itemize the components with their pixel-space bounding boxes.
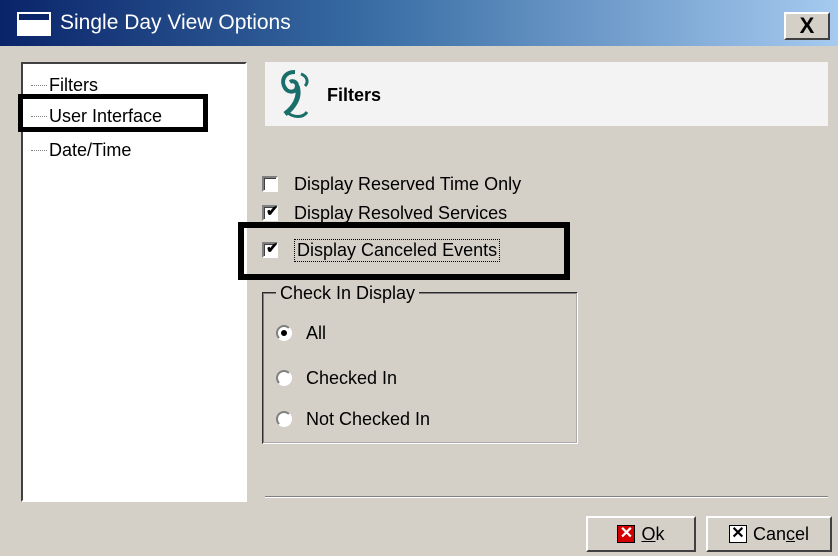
title-bar[interactable]: Single Day View Options X [0, 0, 838, 46]
tree-item-label: Filters [49, 75, 98, 95]
x-icon: ✕ [728, 525, 747, 543]
radio-all[interactable]: All [276, 321, 326, 345]
radio-label: All [306, 322, 327, 343]
radio-label: Checked In [306, 367, 398, 388]
radio-button[interactable] [276, 370, 292, 386]
radio-button[interactable] [276, 411, 292, 427]
close-button[interactable]: X [784, 12, 830, 40]
checkbox-label: Display Reserved Time Only [294, 173, 522, 194]
radio-label: Not Checked In [306, 408, 431, 429]
tree-connector [31, 84, 47, 86]
x-icon: ✕ [617, 525, 636, 543]
checkmark-icon: ✔ [266, 204, 279, 220]
tree-item-filters[interactable]: Filters [31, 74, 98, 96]
annotation-highlight-box [18, 94, 208, 132]
options-dialog: Single Day View Options X Filters User I… [0, 0, 838, 556]
section-header: Filters [265, 62, 828, 126]
checkbox-box[interactable] [262, 176, 278, 192]
window-title: Single Day View Options [60, 11, 291, 34]
app-logo-icon [281, 70, 309, 118]
separator [265, 496, 828, 498]
checkbox-display-resolved-services[interactable]: ✔ Display Resolved Services [262, 204, 507, 222]
section-title: Filters [327, 85, 382, 105]
tree-item-date-time[interactable]: Date/Time [31, 139, 131, 161]
radio-button[interactable] [276, 325, 292, 341]
cancel-button-label: Cancel [752, 523, 810, 544]
radio-checked-in[interactable]: Checked In [276, 366, 397, 390]
checkbox-display-reserved-time-only[interactable]: Display Reserved Time Only [262, 172, 521, 196]
radio-not-checked-in[interactable]: Not Checked In [276, 407, 430, 431]
tree-item-label: Date/Time [49, 140, 132, 160]
ok-button[interactable]: ✕ Ok [586, 516, 696, 552]
ok-button-label: Ok [641, 523, 665, 544]
cancel-button[interactable]: ✕ Cancel [706, 516, 832, 552]
tree-connector [31, 149, 47, 151]
annotation-highlight-box [238, 222, 570, 280]
group-title: Check In Display [276, 282, 420, 304]
checkbox-label: Display Resolved Services [294, 204, 508, 222]
checkbox-box[interactable]: ✔ [262, 204, 279, 221]
window-icon [17, 12, 51, 36]
radio-selected-dot [281, 330, 287, 336]
